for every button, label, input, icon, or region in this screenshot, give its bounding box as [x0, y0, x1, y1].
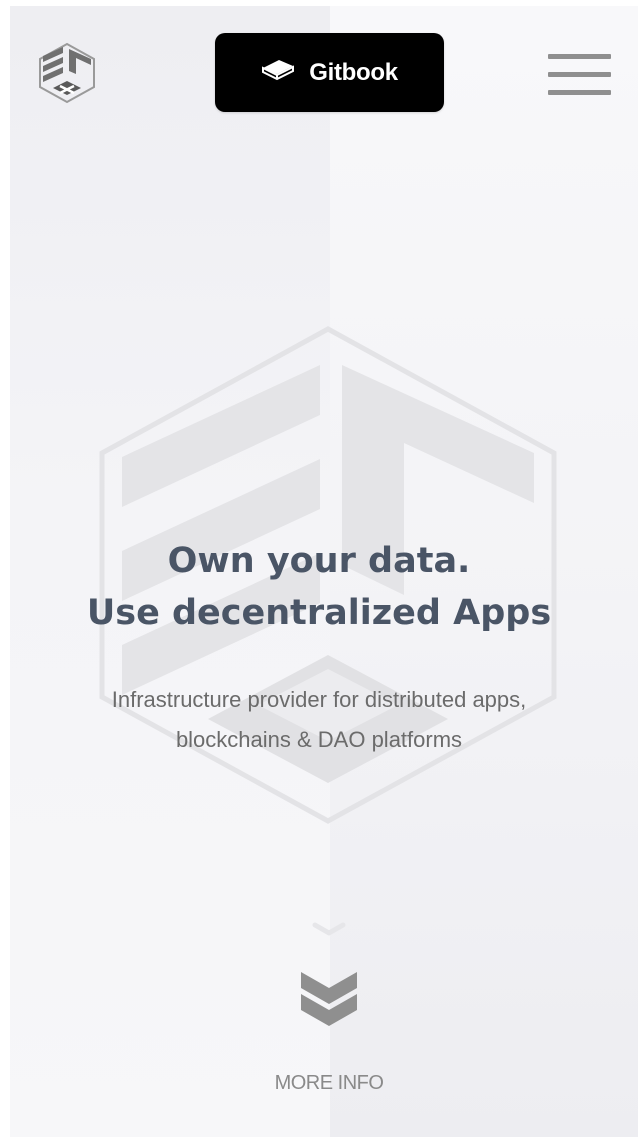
more-info-link[interactable]: MORE INFO	[0, 1072, 638, 1095]
chevron-down-icon	[312, 920, 346, 938]
menu-bar	[548, 54, 611, 59]
hero-title-line: Own your data.	[167, 541, 471, 581]
book-icon	[261, 57, 295, 83]
menu-bar	[548, 90, 611, 95]
hamburger-menu-icon[interactable]	[548, 54, 611, 96]
hero-subtitle-line: blockchains & DAO platforms	[175, 727, 463, 752]
landing-page: Gitbook Own your data. Use decentralized…	[0, 0, 638, 1137]
hero-subtitle: Infrastructure provider for distributed …	[0, 680, 638, 760]
hero-title: Own your data. Use decentralized Apps	[0, 535, 638, 639]
double-chevron-down-icon[interactable]	[299, 970, 359, 1028]
gitbook-button[interactable]: Gitbook	[215, 33, 444, 112]
hero-title-line: Use decentralized Apps	[86, 593, 552, 633]
menu-bar	[548, 72, 611, 77]
hero-subtitle-line: Infrastructure provider for distributed …	[111, 687, 527, 712]
gitbook-button-label: Gitbook	[309, 58, 398, 86]
efx-logo-icon[interactable]	[36, 42, 98, 104]
